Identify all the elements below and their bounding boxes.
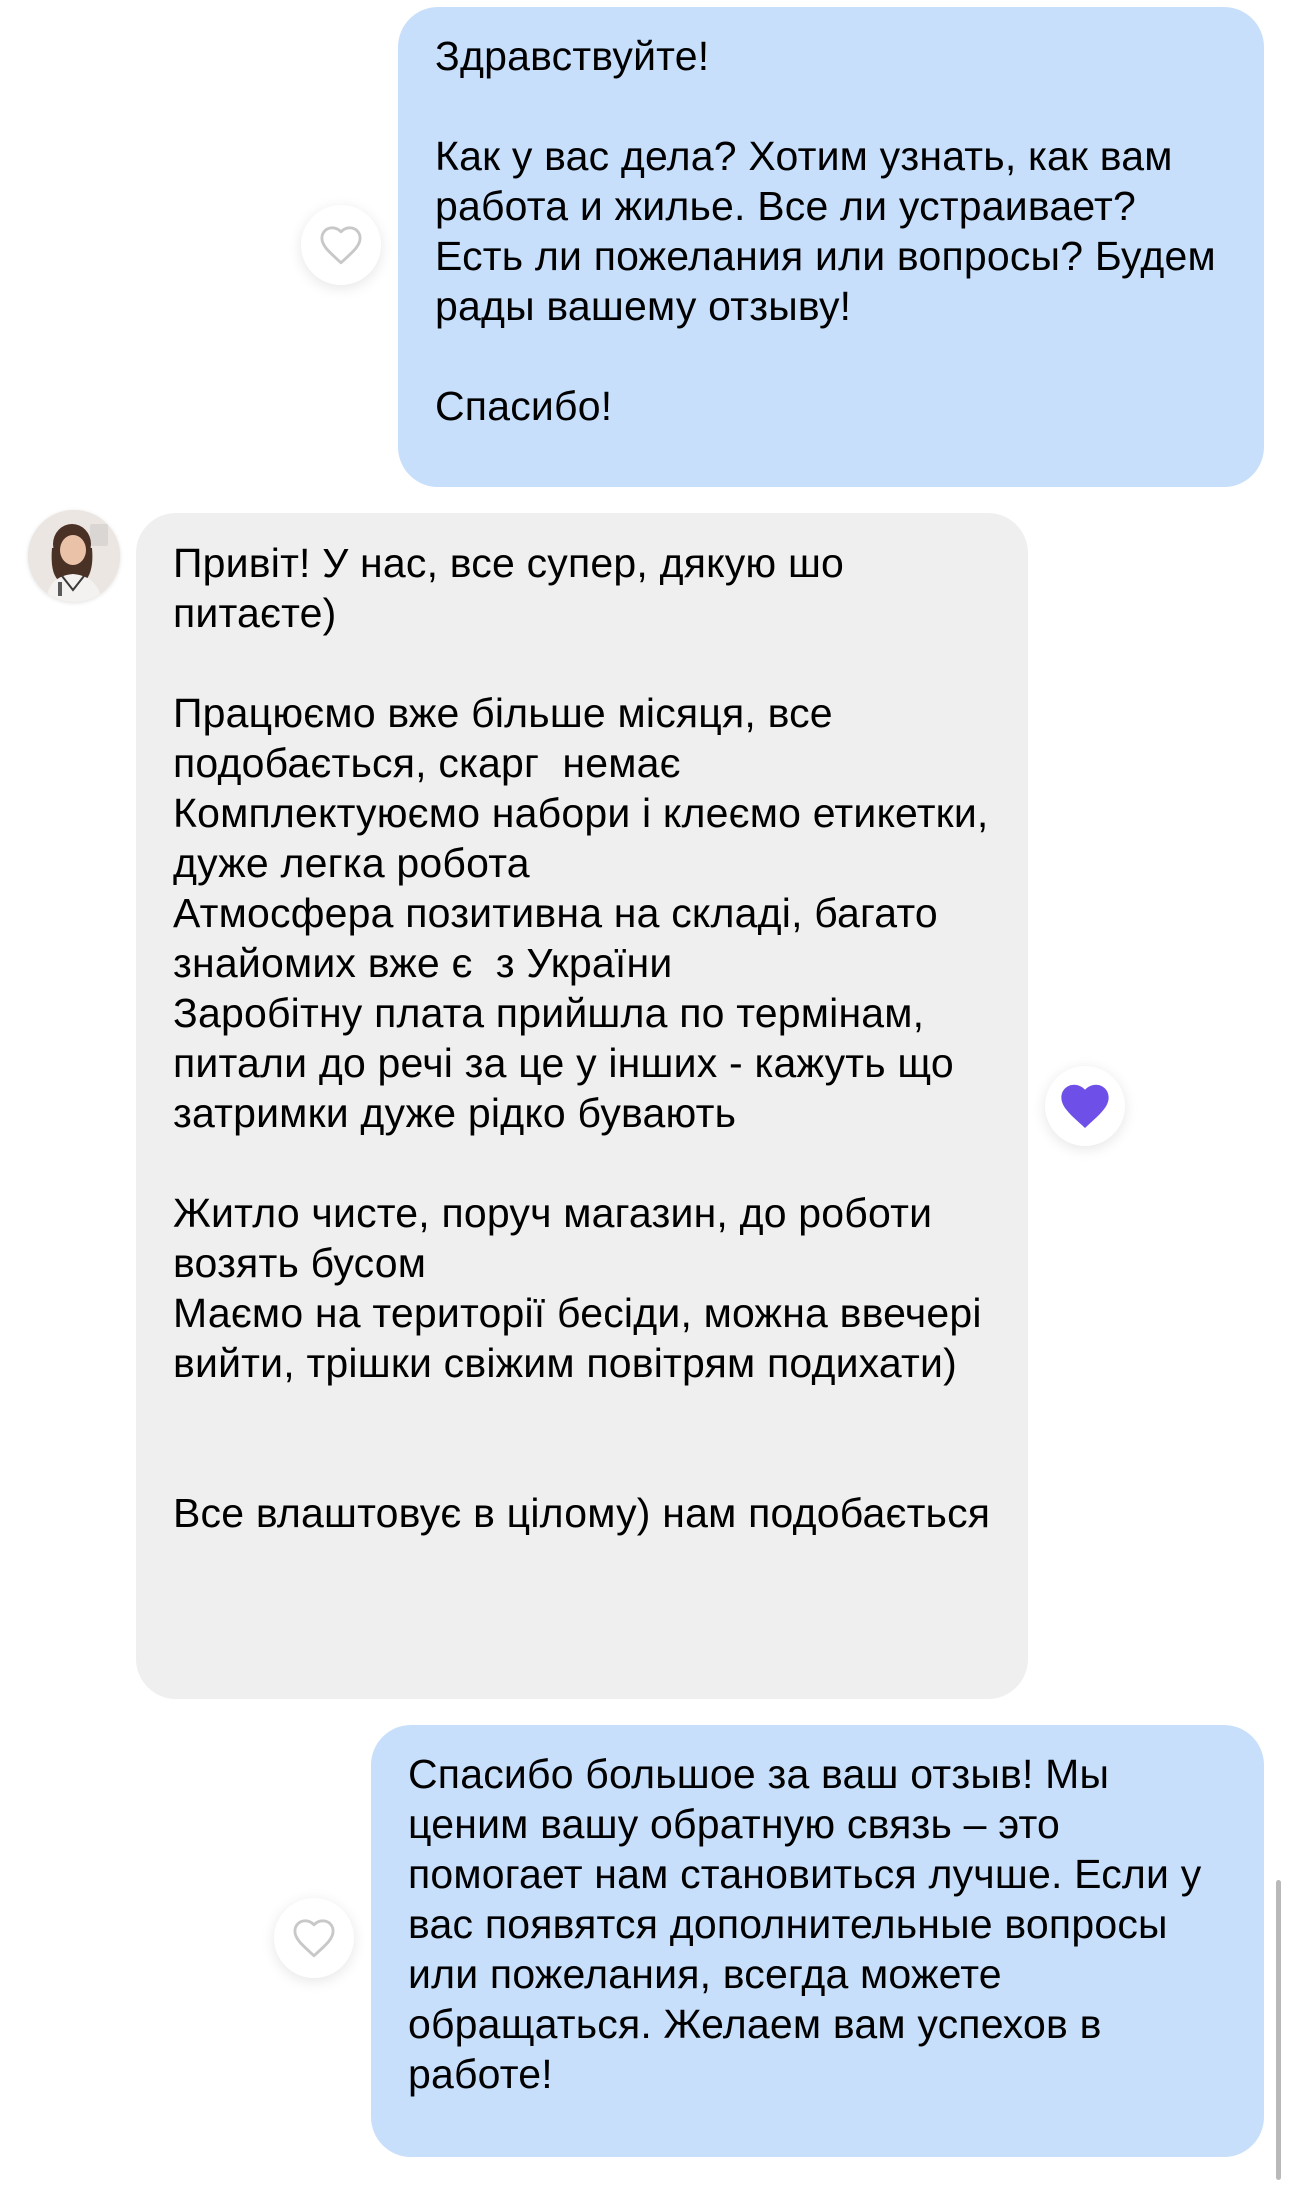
heart-outline-icon	[318, 224, 364, 266]
like-reaction-button[interactable]	[274, 1898, 354, 1978]
like-reaction-button[interactable]	[1045, 1066, 1125, 1146]
incoming-message-bubble[interactable]: Привіт! У нас, все супер, дякую шо питає…	[136, 513, 1028, 1699]
heart-outline-icon	[291, 1917, 337, 1959]
scrollbar[interactable]	[1276, 1880, 1281, 2180]
like-reaction-button[interactable]	[301, 205, 381, 285]
outgoing-message-bubble[interactable]: Спасибо большое за ваш отзыв! Мы ценим в…	[371, 1725, 1264, 2157]
heart-filled-icon	[1056, 1080, 1114, 1132]
outgoing-message-bubble[interactable]: Здравствуйте! Как у вас дела? Хотим узна…	[398, 7, 1264, 487]
avatar[interactable]	[28, 510, 120, 602]
